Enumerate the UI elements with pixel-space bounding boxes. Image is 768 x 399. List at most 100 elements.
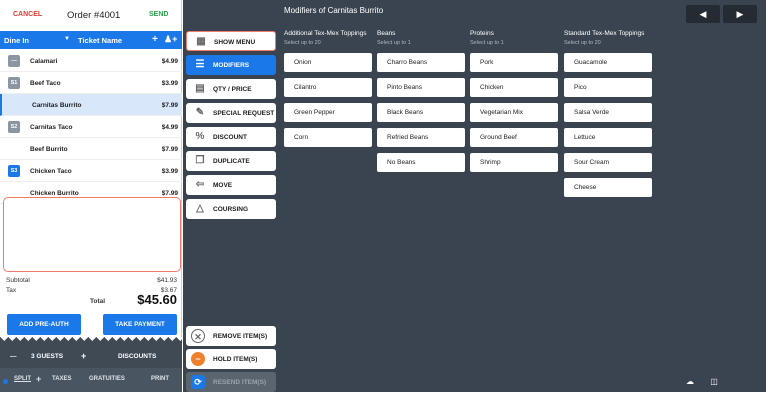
modifier-option-label: Refried Beans — [387, 134, 429, 141]
coursing-button[interactable]: △ COURSING — [186, 199, 276, 219]
modifier-option[interactable]: Pork — [470, 53, 558, 72]
list-item[interactable]: S1 Beef Taco $3.99 — [0, 72, 182, 94]
item-price: $4.99 — [161, 124, 178, 131]
list-item[interactable]: Beef Burrito $7.99 — [0, 138, 182, 160]
duplicate-label: DUPLICATE — [213, 158, 250, 165]
list-item[interactable]: S3 Chicken Taco $3.99 — [0, 160, 182, 182]
modifiers-button[interactable]: ☰ MODIFIERS — [186, 55, 276, 75]
modifier-option[interactable]: Pinto Beans — [377, 78, 465, 97]
modifier-group-title: Beans — [377, 30, 396, 37]
qty-price-button[interactable]: ▤ QTY / PRICE — [186, 79, 276, 99]
item-price: $7.99 — [161, 102, 178, 109]
remove-items-label: REMOVE ITEM(S) — [213, 333, 268, 340]
previous-page-button[interactable]: ◀ — [686, 5, 720, 23]
ticket-name-field[interactable]: Ticket Name — [78, 36, 122, 45]
modifier-group-title: Additional Tex-Mex Toppings — [284, 30, 367, 37]
coursing-label: COURSING — [213, 206, 249, 213]
seat-badge: — — [8, 55, 20, 67]
cloud-sync-icon[interactable]: ☁ — [686, 377, 694, 386]
order-panel: CANCEL Order #4001 SEND Dine In ▼ Ticket… — [0, 0, 182, 392]
discount-button[interactable]: % DISCOUNT — [186, 127, 276, 147]
item-price: $3.99 — [161, 168, 178, 175]
receipt-edge-divider — [0, 337, 182, 345]
modifier-option[interactable]: Cheese — [564, 178, 652, 197]
remove-items-button[interactable]: ✕ REMOVE ITEM(S) — [186, 326, 276, 346]
book-icon: ▦ — [196, 36, 206, 47]
list-icon: ☰ — [195, 59, 205, 70]
modifier-option[interactable]: Ground Beef — [470, 128, 558, 147]
seat-badge: S3 — [8, 165, 20, 177]
chevron-down-icon[interactable]: ▼ — [64, 36, 70, 42]
list-item[interactable]: — Calamari $4.99 — [0, 50, 182, 72]
modifier-option-label: Cilantro — [294, 84, 317, 91]
special-request-label: SPECIAL REQUEST — [213, 110, 275, 117]
order-items-list: — Calamari $4.99 S1 Beef Taco $3.99 Carn… — [0, 50, 182, 204]
modifier-option[interactable]: Pico — [564, 78, 652, 97]
order-note-input[interactable] — [3, 197, 181, 272]
person-plus-icon[interactable]: ♟+ — [164, 34, 177, 45]
percent-icon: % — [195, 131, 205, 142]
gratuities-button[interactable]: GRATUITIES — [89, 376, 125, 382]
modifier-option[interactable]: Onion — [284, 53, 372, 72]
panel-toggle-icon[interactable]: ◫ — [710, 377, 718, 386]
modifier-option[interactable]: Sour Cream — [564, 153, 652, 172]
modifier-option[interactable]: No Beans — [377, 153, 465, 172]
hold-items-label: HOLD ITEM(S) — [213, 356, 258, 363]
cloche-icon: △ — [196, 203, 204, 214]
item-name: Chicken Taco — [30, 168, 72, 175]
resend-items-button[interactable]: ⟳ RESEND ITEM(S) — [186, 372, 276, 392]
show-menu-button[interactable]: ▦ SHOW MENU — [186, 31, 276, 51]
special-request-button[interactable]: ✎ SPECIAL REQUEST — [186, 103, 276, 123]
payment-actions: ADD PRE-AUTH TAKE PAYMENT — [7, 314, 177, 335]
modifier-group-limit: Select up to 20 — [564, 40, 601, 46]
move-button[interactable]: ⇦ MOVE — [186, 175, 276, 195]
modifier-option-label: Chicken — [480, 84, 504, 91]
modifier-option[interactable]: Salsa Verde — [564, 103, 652, 122]
duplicate-button[interactable]: ❐ DUPLICATE — [186, 151, 276, 171]
take-payment-button[interactable]: TAKE PAYMENT — [103, 314, 177, 335]
modifier-group-limit: Select up to 1 — [470, 40, 504, 46]
item-name: Beef Burrito — [30, 146, 68, 153]
modifier-option[interactable]: Charro Beans — [377, 53, 465, 72]
item-name: Carnitas Burrito — [32, 102, 82, 109]
dine-in-selector[interactable]: Dine In — [4, 36, 29, 45]
modifier-option[interactable]: Cilantro — [284, 78, 372, 97]
hold-items-button[interactable]: − HOLD ITEM(S) — [186, 349, 276, 369]
arrow-left-icon: ⇦ — [195, 179, 205, 190]
print-button[interactable]: PRINT — [151, 376, 169, 382]
split-button[interactable]: SPLIT — [14, 376, 31, 382]
modifier-option-label: Pinto Beans — [387, 84, 423, 91]
modifier-option[interactable]: Guacamole — [564, 53, 652, 72]
discounts-button[interactable]: DISCOUNTS — [118, 353, 156, 360]
modifier-option[interactable]: Lettuce — [564, 128, 652, 147]
duplicate-icon: ❐ — [195, 155, 205, 166]
add-guest-button[interactable]: + — [81, 351, 86, 361]
pos-app: CANCEL Order #4001 SEND Dine In ▼ Ticket… — [0, 0, 768, 399]
modifier-option[interactable]: Black Beans — [377, 103, 465, 122]
modifier-option[interactable]: Corn — [284, 128, 372, 147]
cancel-button[interactable]: CANCEL — [13, 11, 42, 18]
subtotal-label: Subtotal — [6, 277, 30, 284]
modifier-option[interactable]: Refried Beans — [377, 128, 465, 147]
remove-guest-button[interactable]: — — [10, 353, 17, 360]
modifier-option-label: Shrimp — [480, 159, 501, 166]
add-pre-auth-button[interactable]: ADD PRE-AUTH — [7, 314, 81, 335]
item-price: $7.99 — [161, 146, 178, 153]
list-item[interactable]: S2 Carnitas Taco $4.99 — [0, 116, 182, 138]
send-button[interactable]: SEND — [149, 11, 168, 18]
modifier-option-label: No Beans — [387, 159, 416, 166]
modifier-option-label: Charro Beans — [387, 59, 428, 66]
taxes-button[interactable]: TAXES — [52, 376, 72, 382]
modifier-option-label: Vegetarian Mix — [480, 109, 523, 116]
guest-bar: — 3 GUESTS + DISCOUNTS — [0, 345, 182, 368]
modifier-option[interactable]: Green Pepper — [284, 103, 372, 122]
modifier-option[interactable]: Shrimp — [470, 153, 558, 172]
add-item-button[interactable]: + — [152, 34, 158, 45]
modifier-option[interactable]: Vegetarian Mix — [470, 103, 558, 122]
next-page-button[interactable]: ▶ — [723, 5, 757, 23]
corner-tools: ☁ ◫ — [686, 377, 718, 386]
split-add-button[interactable]: + — [36, 374, 41, 384]
modifier-option[interactable]: Chicken — [470, 78, 558, 97]
list-item-selected[interactable]: Carnitas Burrito $7.99 — [0, 94, 182, 116]
item-actions-column: ▦ SHOW MENU ☰ MODIFIERS ▤ QTY / PRICE ✎ … — [183, 0, 277, 392]
